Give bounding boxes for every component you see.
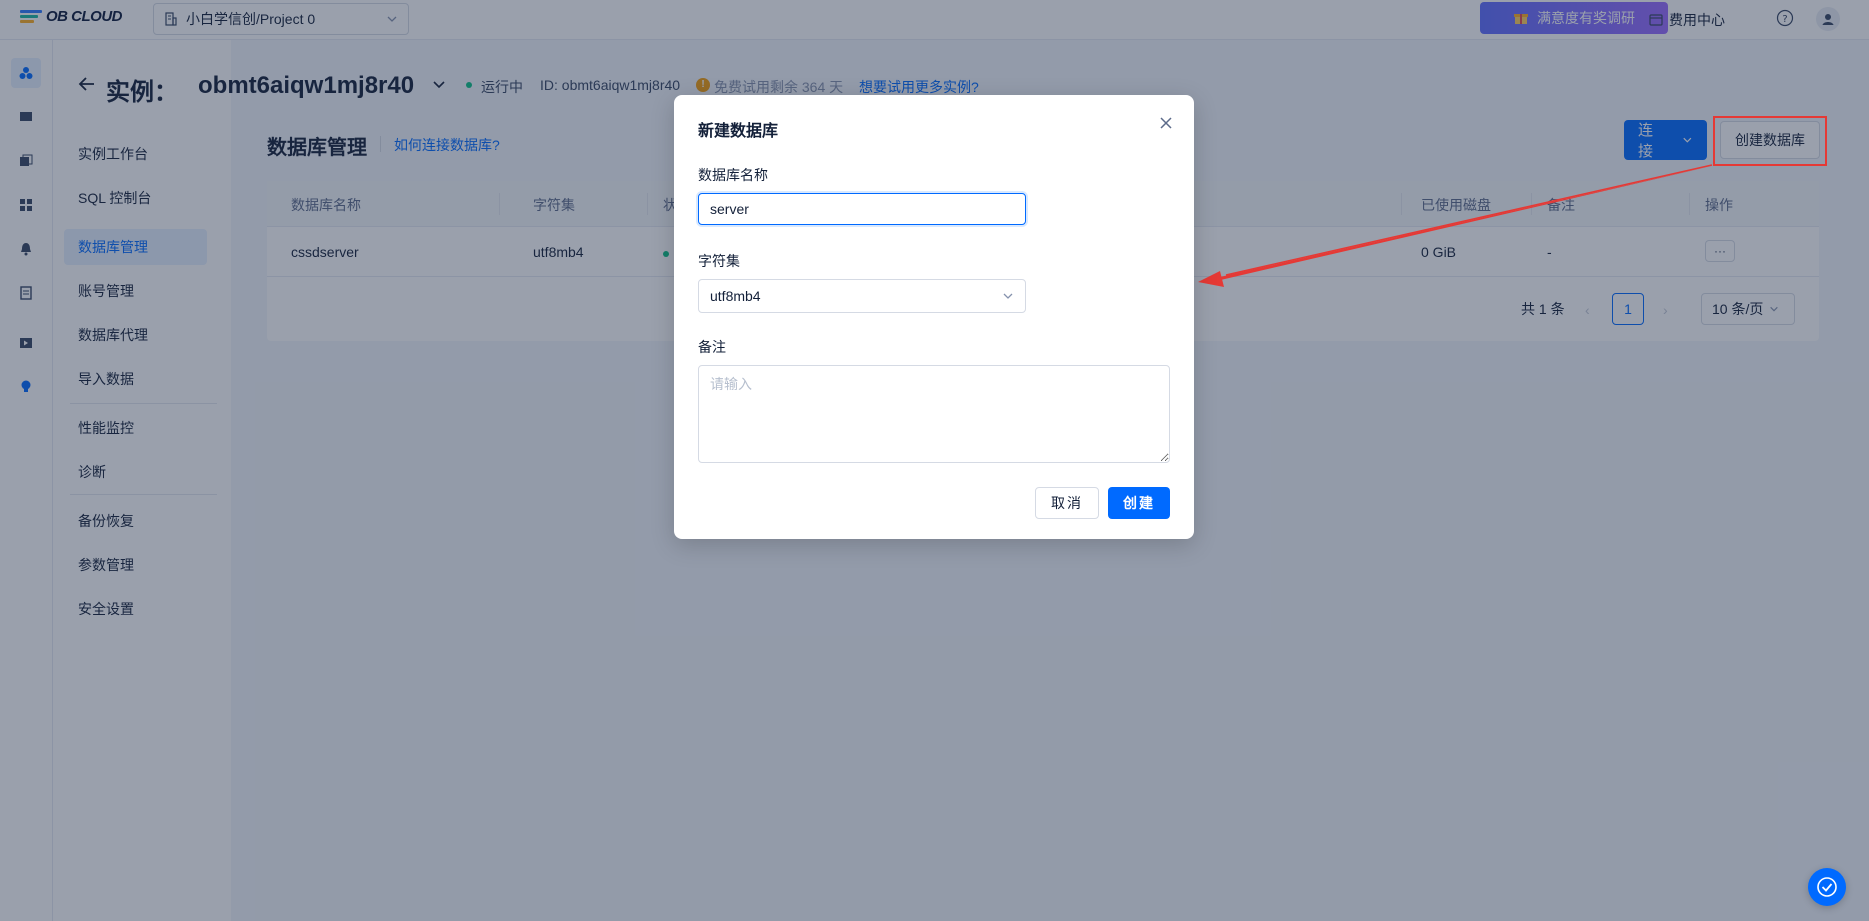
remark-label: 备注 [698, 339, 726, 355]
check-icon [1817, 877, 1837, 897]
annotation-highlight-box [1713, 116, 1827, 166]
close-icon[interactable] [1156, 113, 1176, 133]
floating-check-button[interactable] [1808, 868, 1846, 906]
create-button[interactable]: 创建 [1108, 487, 1170, 519]
database-name-input[interactable] [698, 193, 1026, 225]
database-name-label: 数据库名称 [698, 167, 768, 183]
chevron-down-icon [1003, 293, 1013, 299]
cancel-button[interactable]: 取消 [1035, 487, 1099, 519]
charset-select[interactable]: utf8mb4 [698, 279, 1026, 313]
remark-textarea[interactable] [698, 365, 1170, 463]
charset-label: 字符集 [698, 253, 740, 269]
charset-value: utf8mb4 [710, 288, 761, 304]
create-database-dialog: 新建数据库 数据库名称 字符集 utf8mb4 备注 取消 创建 [674, 95, 1194, 539]
dialog-title: 新建数据库 [698, 123, 779, 140]
